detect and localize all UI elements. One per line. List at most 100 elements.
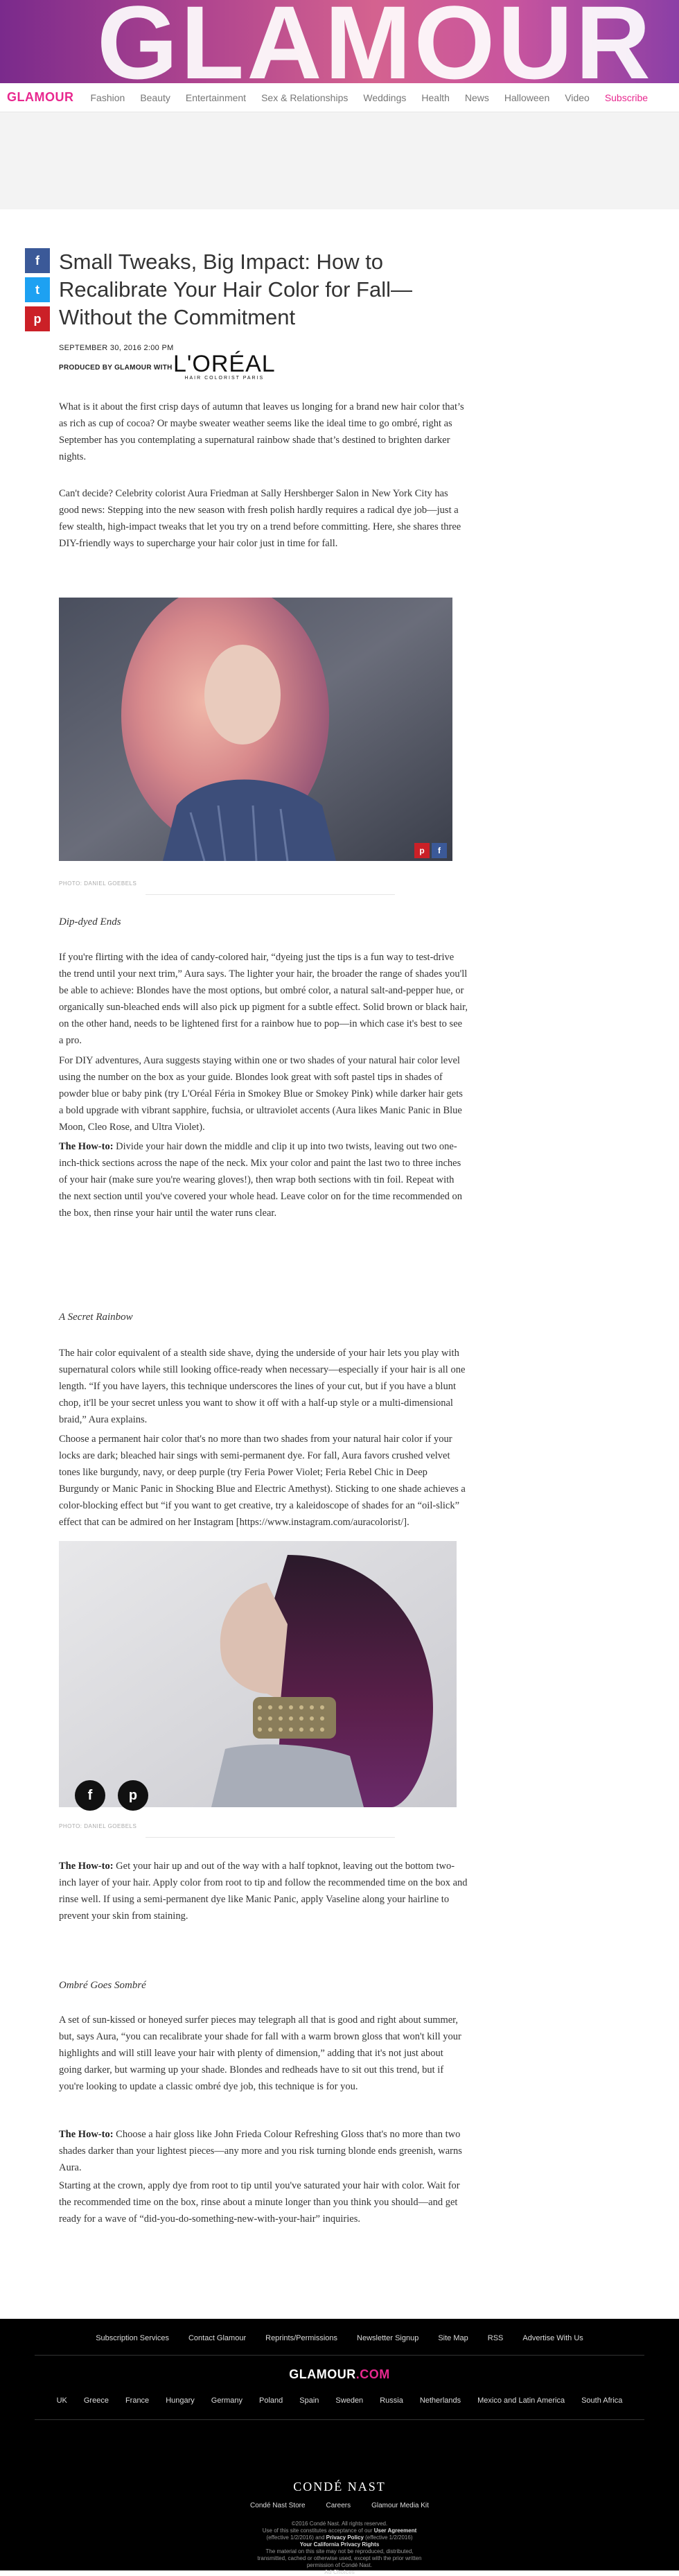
main-nav: GLAMOUR Fashion Beauty Entertainment Sex… — [0, 83, 679, 112]
photo1-credit: PHOTO: DANIEL GOEBELS — [59, 880, 137, 887]
howto-3-text: Choose a hair gloss like John Frieda Col… — [59, 2129, 462, 2173]
conde-link[interactable]: Condé Nast Store — [250, 2502, 306, 2509]
legal-line: The material on this site may not be rep… — [265, 2548, 414, 2555]
section2-paragraph-1: The hair color equivalent of a stealth s… — [59, 1348, 466, 1425]
brand-logo[interactable]: GLAMOUR — [7, 90, 74, 105]
intl-edition-link[interactable]: Mexico and Latin America — [477, 2396, 565, 2405]
legal-line: ©2016 Condé Nast. All rights reserved. — [291, 2521, 388, 2527]
site-footer: Subscription Services Contact Glamour Re… — [0, 2319, 679, 2575]
legal-text: ©2016 Condé Nast. All rights reserved. U… — [0, 2521, 679, 2576]
intl-edition-link[interactable]: France — [125, 2396, 149, 2405]
conde-link[interactable]: Glamour Media Kit — [371, 2502, 429, 2509]
footer-link[interactable]: Contact Glamour — [188, 2334, 246, 2342]
legal-line: (effective 1/2/2016) and Privacy Policy … — [0, 2534, 679, 2541]
nav-halloween[interactable]: Halloween — [504, 92, 549, 103]
footer-logo-com: .COM — [355, 2367, 390, 2381]
section-heading-dip-dyed: Dip-dyed Ends — [59, 916, 121, 928]
section2-paragraph-2: Choose a permanent hair color that's no … — [59, 1434, 466, 1528]
hero-banner: GLAMOUR — [0, 0, 679, 83]
footer-link[interactable]: Advertise With Us — [522, 2334, 583, 2342]
photo-purple-hair-image — [59, 1541, 457, 1807]
intl-edition-link[interactable]: South Africa — [581, 2396, 622, 2405]
article-title: Small Tweaks, Big Impact: How to Recalib… — [59, 250, 412, 329]
legal-text-span: Use of this site constitutes acceptance … — [262, 2527, 374, 2534]
closing-paragraph: Starting at the crown, apply dye from ro… — [59, 2180, 460, 2225]
howto-3: The How-to: Choose a hair gloss like Joh… — [59, 2126, 468, 2176]
intl-edition-link[interactable]: Poland — [259, 2396, 283, 2405]
facebook-share-icon[interactable]: f — [25, 248, 50, 273]
subscribe-link[interactable]: Subscribe — [605, 92, 648, 103]
nav-sex-relationships[interactable]: Sex & Relationships — [261, 92, 348, 103]
howto-3-label: The How-to: — [59, 2129, 114, 2140]
footer-divider — [35, 2419, 644, 2420]
intl-edition-link[interactable]: UK — [57, 2396, 67, 2405]
nav-news[interactable]: News — [465, 92, 489, 103]
legal-line: Your California Privacy Rights — [0, 2541, 679, 2548]
nav-beauty[interactable]: Beauty — [140, 92, 170, 103]
article-date: SEPTEMBER 30, 2016 2:00 PM — [59, 344, 174, 352]
legal-line: Use of this site constitutes acceptance … — [0, 2527, 679, 2534]
ad-slot — [0, 112, 679, 209]
howto-2-text: Get your hair up and out of the way with… — [59, 1861, 468, 1922]
section1-paragraph-2: For DIY adventures, Aura suggests stayin… — [59, 1055, 463, 1133]
howto-1: The How-to: Divide your hair down the mi… — [59, 1138, 468, 1221]
intl-edition-link[interactable]: Netherlands — [420, 2396, 461, 2405]
sponsor-logo-wordmark: L'ORÉAL — [173, 351, 276, 377]
intl-edition-link[interactable]: Russia — [380, 2396, 403, 2405]
footer-divider — [35, 2355, 644, 2356]
photo-purple-hair — [59, 1541, 457, 1807]
twitter-share-icon[interactable]: t — [25, 277, 50, 302]
privacy-policy-link[interactable]: Privacy Policy — [326, 2534, 364, 2541]
nav-fashion[interactable]: Fashion — [91, 92, 125, 103]
glamour-logo-large[interactable]: GLAMOUR — [97, 0, 653, 83]
nav-video[interactable]: Video — [565, 92, 590, 103]
footer-link[interactable]: Reprints/Permissions — [265, 2334, 337, 2342]
nav-entertainment[interactable]: Entertainment — [186, 92, 246, 103]
user-agreement-link[interactable]: User Agreement — [374, 2527, 417, 2534]
intl-edition-link[interactable]: Greece — [84, 2396, 109, 2405]
conde-nast-links: Condé Nast Store Careers Glamour Media K… — [0, 2502, 679, 2509]
intro-paragraph-1: What is it about the first crisp days of… — [59, 401, 464, 462]
photo-pink-hair — [59, 598, 452, 861]
photo-pink-hair-image — [59, 598, 452, 861]
nav-health[interactable]: Health — [421, 92, 449, 103]
intl-edition-link[interactable]: Germany — [211, 2396, 242, 2405]
footer-link[interactable]: Subscription Services — [96, 2334, 169, 2342]
howto-2-label: The How-to: — [59, 1861, 114, 1872]
ad-choices-link[interactable]: Ad Choices — [324, 2569, 355, 2575]
footer-link[interactable]: RSS — [488, 2334, 504, 2342]
conde-link[interactable]: Careers — [326, 2502, 351, 2509]
produced-by: PRODUCED BY GLAMOUR WITH — [59, 364, 173, 372]
intro-paragraph-2: Can't decide? Celebrity colorist Aura Fr… — [59, 488, 461, 549]
footer-links: Subscription Services Contact Glamour Re… — [0, 2334, 679, 2342]
intl-edition-link[interactable]: Sweden — [335, 2396, 363, 2405]
howto-1-label: The How-to: — [59, 1141, 114, 1152]
california-privacy-link[interactable]: Your California Privacy Rights — [300, 2541, 380, 2548]
sponsor-logo-sub: HAIR COLORIST PARIS — [184, 376, 265, 381]
photo1-pinterest-icon[interactable]: p — [414, 843, 430, 858]
section-heading-ombre-sombre: Ombré Goes Sombré — [59, 1980, 146, 1991]
footer-glamour-logo[interactable]: GLAMOUR.COM — [0, 2367, 679, 2382]
nav-weddings[interactable]: Weddings — [363, 92, 406, 103]
intl-edition-link[interactable]: Hungary — [166, 2396, 195, 2405]
intl-edition-link[interactable]: Spain — [299, 2396, 319, 2405]
photo1-facebook-icon[interactable]: f — [432, 843, 447, 858]
howto-2: The How-to: Get your hair up and out of … — [59, 1858, 468, 1924]
section3-paragraph-1: A set of sun-kissed or honeyed surfer pi… — [59, 2014, 461, 2092]
section1-paragraph-1: If you're flirting with the idea of cand… — [59, 952, 468, 1046]
pinterest-share-icon[interactable]: p — [25, 306, 50, 331]
conde-nast-logo[interactable]: CONDÉ NAST — [0, 2480, 679, 2494]
footer-international-editions: UK Greece France Hungary Germany Poland … — [0, 2396, 679, 2405]
footer-link[interactable]: Site Map — [438, 2334, 468, 2342]
footer-logo-main: GLAMOUR — [289, 2367, 356, 2381]
footer-link[interactable]: Newsletter Signup — [357, 2334, 418, 2342]
photo2-facebook-icon[interactable]: f — [75, 1780, 105, 1811]
sponsor-logo[interactable]: L'ORÉAL HAIR COLORIST PARIS — [173, 352, 276, 381]
legal-line: permission of Condé Nast. — [306, 2562, 373, 2568]
photo2-pinterest-icon[interactable]: p — [118, 1780, 148, 1811]
howto-1-text: Divide your hair down the middle and cli… — [59, 1141, 463, 1219]
section-heading-secret-rainbow: A Secret Rainbow — [59, 1312, 133, 1323]
divider — [146, 1837, 395, 1838]
legal-text-span: (effective 1/2/2016) and — [266, 2534, 326, 2541]
legal-text-span: (effective 1/2/2016) — [363, 2534, 413, 2541]
